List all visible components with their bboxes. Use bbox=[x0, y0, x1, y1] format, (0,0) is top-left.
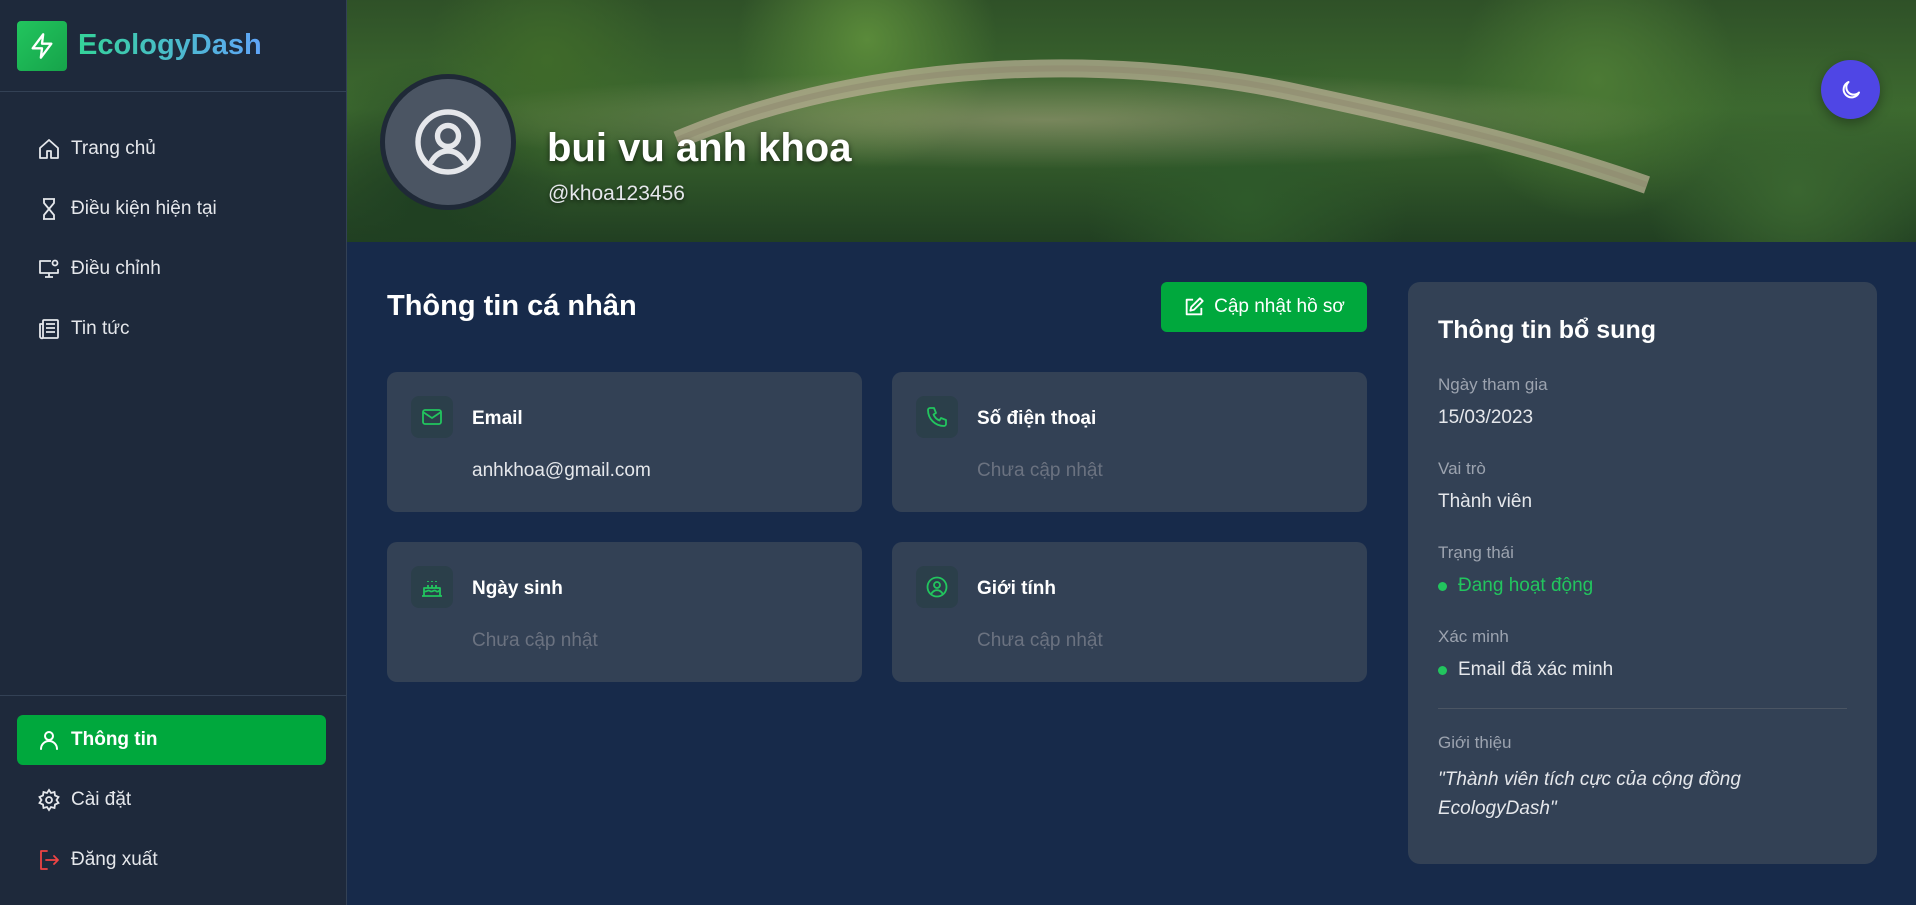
status: Trạng thái Đang hoạt động bbox=[1438, 543, 1847, 597]
status-value: Đang hoạt động bbox=[1458, 575, 1594, 596]
info-card-email: Email anhkhoa@gmail.com bbox=[387, 372, 862, 512]
profile-handle: @khoa123456 bbox=[548, 182, 685, 205]
sidebar: EcologyDash Trang chủ Điều kiện hiện tại… bbox=[0, 0, 347, 905]
status-badge: Đang hoạt động bbox=[1438, 575, 1847, 597]
phone-icon bbox=[916, 396, 958, 438]
additional-info-panel: Thông tin bổ sung Ngày tham gia 15/03/20… bbox=[1408, 282, 1877, 864]
introduction: Giới thiệu "Thành viên tích cực của cộng… bbox=[1438, 733, 1847, 823]
user-circle-icon bbox=[415, 109, 481, 175]
sidebar-item-label: Điều kiện hiện tại bbox=[71, 198, 217, 219]
sidebar-item-profile[interactable]: Thông tin bbox=[17, 715, 326, 765]
sidebar-item-label: Trang chủ bbox=[71, 138, 156, 159]
card-label: Email bbox=[472, 408, 523, 429]
update-profile-label: Cập nhật hồ sơ bbox=[1214, 296, 1345, 317]
sidebar-item-settings[interactable]: Cài đặt bbox=[17, 775, 326, 825]
status-dot-icon bbox=[1438, 581, 1447, 591]
verification-badge: Email đã xác minh bbox=[1438, 659, 1847, 681]
sidebar-item-label: Đăng xuất bbox=[71, 849, 158, 870]
bolt-icon bbox=[17, 20, 67, 71]
hourglass-icon bbox=[43, 198, 55, 220]
sidebar-item-news[interactable]: Tin tức bbox=[17, 304, 326, 354]
introduction-label: Giới thiệu bbox=[1438, 733, 1512, 752]
sidebar-item-label: Cài đặt bbox=[71, 789, 132, 810]
sidebar-item-label: Thông tin bbox=[71, 729, 158, 750]
logout-icon bbox=[40, 850, 59, 870]
sidebar-bottom-nav: Thông tin Cài đặt Đăng xuất bbox=[0, 695, 346, 905]
panel-title: Thông tin bổ sung bbox=[1438, 316, 1656, 344]
update-profile-button[interactable]: Cập nhật hồ sơ bbox=[1161, 282, 1367, 332]
moon-icon bbox=[1842, 80, 1860, 98]
brand-name: EcologyDash bbox=[78, 29, 262, 61]
mail-icon bbox=[411, 396, 453, 438]
section-title: Thông tin cá nhân bbox=[387, 290, 637, 322]
info-card-birthday: Ngày sinh Chưa cập nhật bbox=[387, 542, 862, 682]
sidebar-item-adjust[interactable]: Điều chỉnh bbox=[17, 244, 326, 294]
sidebar-item-current-conditions[interactable]: Điều kiện hiện tại bbox=[17, 184, 326, 234]
brand[interactable]: EcologyDash bbox=[0, 0, 346, 92]
sidebar-item-label: Tin tức bbox=[71, 318, 130, 339]
sidebar-item-home[interactable]: Trang chủ bbox=[17, 124, 326, 174]
role-label: Vai trò bbox=[1438, 459, 1486, 478]
role-value: Thành viên bbox=[1438, 491, 1533, 512]
newspaper-icon bbox=[39, 319, 59, 340]
verification-label: Xác minh bbox=[1438, 627, 1509, 646]
edit-icon bbox=[1185, 297, 1204, 316]
profile-cover-image: bui vu anh khoa @khoa123456 bbox=[347, 0, 1916, 242]
avatar[interactable] bbox=[380, 74, 516, 210]
main-nav: Trang chủ Điều kiện hiện tại Điều chỉnh … bbox=[0, 92, 346, 354]
join-date: Ngày tham gia 15/03/2023 bbox=[1438, 375, 1847, 429]
join-date-value: 15/03/2023 bbox=[1438, 407, 1534, 428]
card-label: Ngày sinh bbox=[472, 578, 563, 599]
status-label: Trạng thái bbox=[1438, 543, 1514, 562]
card-label: Giới tính bbox=[977, 578, 1056, 599]
gear-icon bbox=[38, 788, 60, 812]
join-date-label: Ngày tham gia bbox=[1438, 375, 1548, 394]
card-value: Chưa cập nhật bbox=[977, 630, 1103, 651]
card-value: anhkhoa@gmail.com bbox=[472, 460, 651, 481]
info-card-gender: Giới tính Chưa cập nhật bbox=[892, 542, 1367, 682]
cake-icon bbox=[411, 566, 453, 608]
card-value: Chưa cập nhật bbox=[472, 630, 598, 651]
home-icon bbox=[39, 139, 59, 159]
sidebar-item-logout[interactable]: Đăng xuất bbox=[17, 835, 326, 885]
user-circle-icon bbox=[916, 566, 958, 608]
divider bbox=[1438, 708, 1847, 709]
sidebar-item-label: Điều chỉnh bbox=[71, 258, 161, 279]
introduction-value: "Thành viên tích cực của cộng đồng Ecolo… bbox=[1438, 769, 1741, 819]
monitor-settings-icon bbox=[39, 259, 59, 278]
role: Vai trò Thành viên bbox=[1438, 459, 1847, 513]
verified-dot-icon bbox=[1438, 665, 1447, 675]
info-card-phone: Số điện thoại Chưa cập nhật bbox=[892, 372, 1367, 512]
card-value: Chưa cập nhật bbox=[977, 460, 1103, 481]
theme-toggle-button[interactable] bbox=[1821, 60, 1880, 119]
main-content: bui vu anh khoa @khoa123456 Thông tin cá… bbox=[347, 0, 1916, 905]
profile-name: bui vu anh khoa bbox=[547, 126, 852, 170]
verification: Xác minh Email đã xác minh bbox=[1438, 627, 1847, 681]
card-label: Số điện thoại bbox=[977, 408, 1097, 429]
user-icon bbox=[40, 731, 58, 750]
verification-value: Email đã xác minh bbox=[1458, 659, 1614, 680]
